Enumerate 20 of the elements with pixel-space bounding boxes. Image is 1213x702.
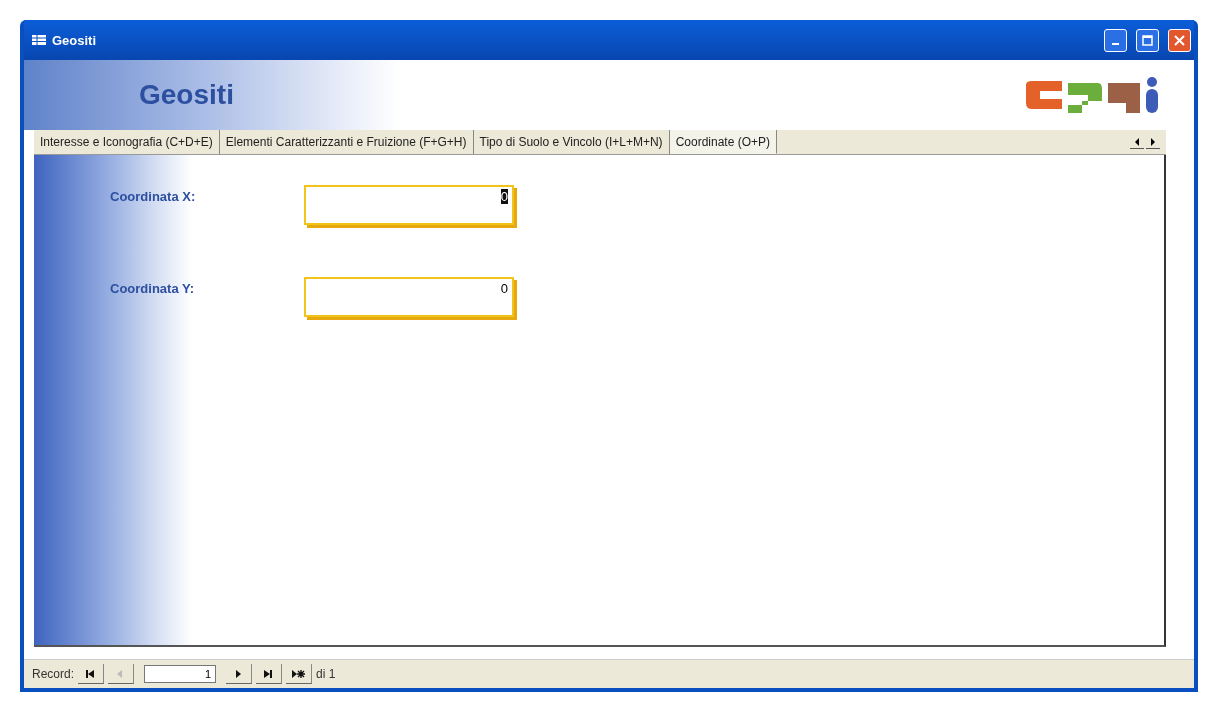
maximize-icon — [1142, 34, 1153, 46]
window-title: Geositi — [52, 32, 98, 48]
coordinate-field[interactable]: 0 — [304, 185, 514, 225]
field-label: Coordinata X: — [110, 188, 197, 204]
new-icon — [292, 667, 306, 680]
record-label: Record: — [32, 667, 75, 681]
record-number-field[interactable]: 1 — [144, 665, 217, 683]
table-icon — [32, 35, 46, 45]
coordinate-field[interactable]: 0 — [304, 277, 514, 317]
right-arrow-icon — [1150, 137, 1156, 146]
close-button[interactable] — [1168, 28, 1191, 52]
left-arrow-icon — [1134, 137, 1140, 146]
minimize-icon — [1112, 43, 1119, 45]
record-count: di 1 — [316, 667, 336, 681]
tab[interactable]: Coordinate (O+P) — [669, 130, 777, 154]
maximize-button[interactable] — [1136, 28, 1159, 52]
field-label: Coordinata Y: — [110, 280, 196, 296]
form-title: Geositi — [139, 79, 234, 111]
minimize-button[interactable] — [1104, 28, 1127, 52]
close-icon — [1174, 34, 1185, 46]
